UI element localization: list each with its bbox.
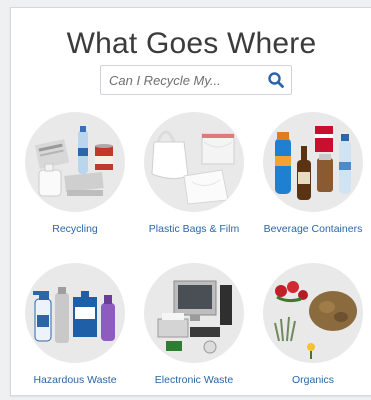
search-icon	[268, 72, 284, 88]
category-label-beverage-containers[interactable]: Beverage Containers	[244, 223, 371, 235]
category-organics[interactable]: Organics	[254, 263, 371, 393]
search-input[interactable]	[109, 70, 259, 90]
what-goes-where-card: What Goes Where Can I Recycle My... Recy…	[10, 7, 371, 396]
category-hazardous-waste[interactable]: Hazardous Waste	[16, 263, 134, 393]
category-beverage-containers[interactable]: Beverage Containers	[254, 112, 371, 242]
category-label-plastic-bags-film[interactable]: Plastic Bags & Film	[125, 223, 263, 235]
recycling-items-image	[25, 112, 125, 212]
organics-image	[263, 263, 363, 363]
plastic-bags-image	[144, 112, 244, 212]
category-label-electronic-waste[interactable]: Electronic Waste	[125, 374, 263, 386]
beverage-containers-image	[263, 112, 363, 212]
electronic-waste-image	[144, 263, 244, 363]
category-plastic-bags-film[interactable]: Plastic Bags & Film	[135, 112, 253, 242]
category-recycling[interactable]: Recycling	[16, 112, 134, 242]
category-electronic-waste[interactable]: Electronic Waste	[135, 263, 253, 393]
category-label-organics[interactable]: Organics	[244, 374, 371, 386]
page-title: What Goes Where	[66, 27, 317, 60]
category-label-recycling[interactable]: Recycling	[6, 223, 144, 235]
category-label-hazardous-waste[interactable]: Hazardous Waste	[6, 374, 144, 386]
search-button[interactable]	[267, 71, 285, 89]
search-box	[100, 65, 292, 95]
hazardous-waste-image	[25, 263, 125, 363]
